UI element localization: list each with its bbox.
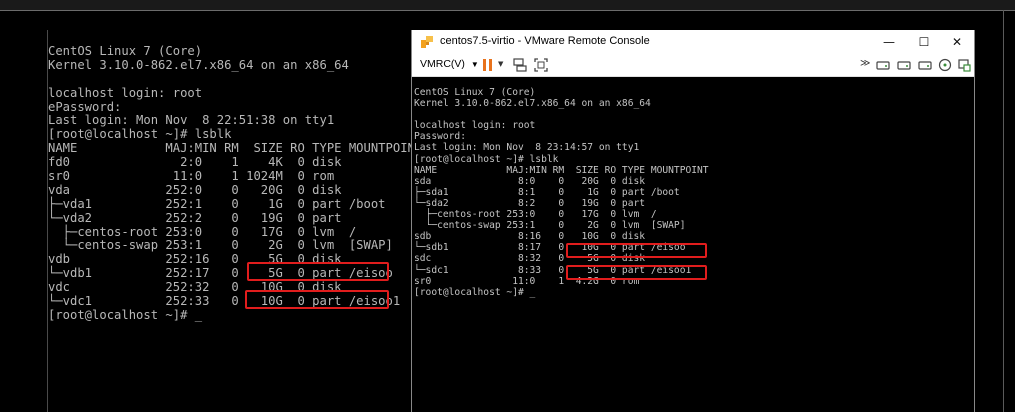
chevron-down-icon: ▼ [470, 60, 479, 69]
console-line: CentOS Linux 7 (Core) [48, 44, 203, 58]
console-line: Last login: Mon Nov 8 23:14:57 on tty1 [414, 142, 640, 154]
highlight-sdc1-box [566, 265, 707, 280]
console-line: └─sda2 8:2 0 19G 0 part [414, 197, 646, 209]
hdd-icon[interactable] [897, 58, 911, 72]
vmrc-window[interactable]: centos7.5-virtio - VMware Remote Console… [411, 30, 975, 412]
pause-icon[interactable] [482, 58, 494, 72]
console-line: [root@localhost ~]# lsblk [414, 153, 559, 165]
console-line: ePassword: [48, 99, 122, 114]
vmrc-menu[interactable]: VMRC(V) ▼ [420, 58, 479, 70]
vmrc-titlebar[interactable]: centos7.5-virtio - VMware Remote Console… [412, 30, 974, 54]
window-title: centos7.5-virtio - VMware Remote Console [440, 35, 650, 47]
minimize-button[interactable]: — [874, 30, 904, 54]
console-line: [root@localhost ~]# _ [414, 286, 536, 298]
close-button[interactable]: ✕ [942, 30, 972, 54]
vmrc-toolbar: VMRC(V) ▼ ▼ ≫ [412, 54, 974, 77]
highlight-vdc1-box [245, 290, 389, 309]
console-line: └─centos-swap 253:1 0 2G 0 lvm [SWAP] [48, 238, 393, 253]
top-band [0, 0, 1015, 10]
highlight-vdb1-box [247, 262, 389, 281]
left-console[interactable]: CentOS Linux 7 (Core) Kernel 3.10.0-862.… [48, 44, 423, 412]
console-line: CentOS Linux 7 (Core) [414, 87, 536, 98]
console-line: Kernel 3.10.0-862.el7.x86_64 on an x86_6… [48, 57, 349, 72]
vmware-app-icon [421, 36, 433, 48]
hdd-icon[interactable] [918, 58, 932, 72]
console-line: NAME MAJ:MIN RM SIZE RO TYPE MOUNTPOINT [414, 164, 709, 176]
usb-icon[interactable] [957, 58, 971, 72]
fullscreen-icon[interactable] [534, 58, 548, 72]
console-line: sr0 11:0 1 1024M 0 rom [48, 169, 335, 184]
network-icon[interactable] [512, 58, 528, 72]
console-line: vda 252:0 0 20G 0 disk [48, 182, 342, 197]
vmrc-menu-label: VMRC(V) [420, 58, 465, 70]
console-line: sda 8:0 0 20G 0 disk [414, 175, 646, 187]
maximize-button[interactable]: ☐ [909, 30, 939, 54]
console-line: localhost login: root [414, 120, 536, 132]
console-line: Kernel 3.10.0-862.el7.x86_64 on an x86_6… [414, 98, 651, 110]
console-line: Password: [414, 131, 466, 143]
console-line: ├─vda1 252:1 0 1G 0 part /boot [48, 196, 386, 211]
hdd-icon[interactable] [876, 58, 890, 72]
console-line: [root@localhost ~]# _ [48, 307, 203, 322]
console-line: Last login: Mon Nov 8 22:51:38 on tty1 [48, 113, 335, 128]
console-line: localhost login: root [48, 85, 203, 100]
right-divider [1003, 10, 1004, 412]
console-line: ├─sda1 8:1 0 1G 0 part /boot [414, 186, 680, 198]
console-line: NAME MAJ:MIN RM SIZE RO TYPE MOUNTPOINT [48, 141, 423, 156]
console-line: sdb 8:16 0 10G 0 disk [414, 231, 646, 243]
expand-devices-icon[interactable]: ≫ [860, 58, 870, 72]
power-dropdown-icon[interactable]: ▼ [498, 60, 503, 74]
top-divider [0, 10, 1015, 11]
cdrom-icon[interactable] [938, 58, 952, 72]
console-line: └─centos-swap 253:1 0 2G 0 lvm [SWAP] [414, 220, 686, 232]
console-line: fd0 2:0 1 4K 0 disk [48, 155, 342, 170]
console-line: ├─centos-root 253:0 0 17G 0 lvm / [414, 209, 657, 221]
console-line: └─vda2 252:2 0 19G 0 part [48, 210, 342, 225]
console-line: [root@localhost ~]# lsblk [48, 127, 232, 142]
highlight-sdb1-box [566, 243, 707, 258]
